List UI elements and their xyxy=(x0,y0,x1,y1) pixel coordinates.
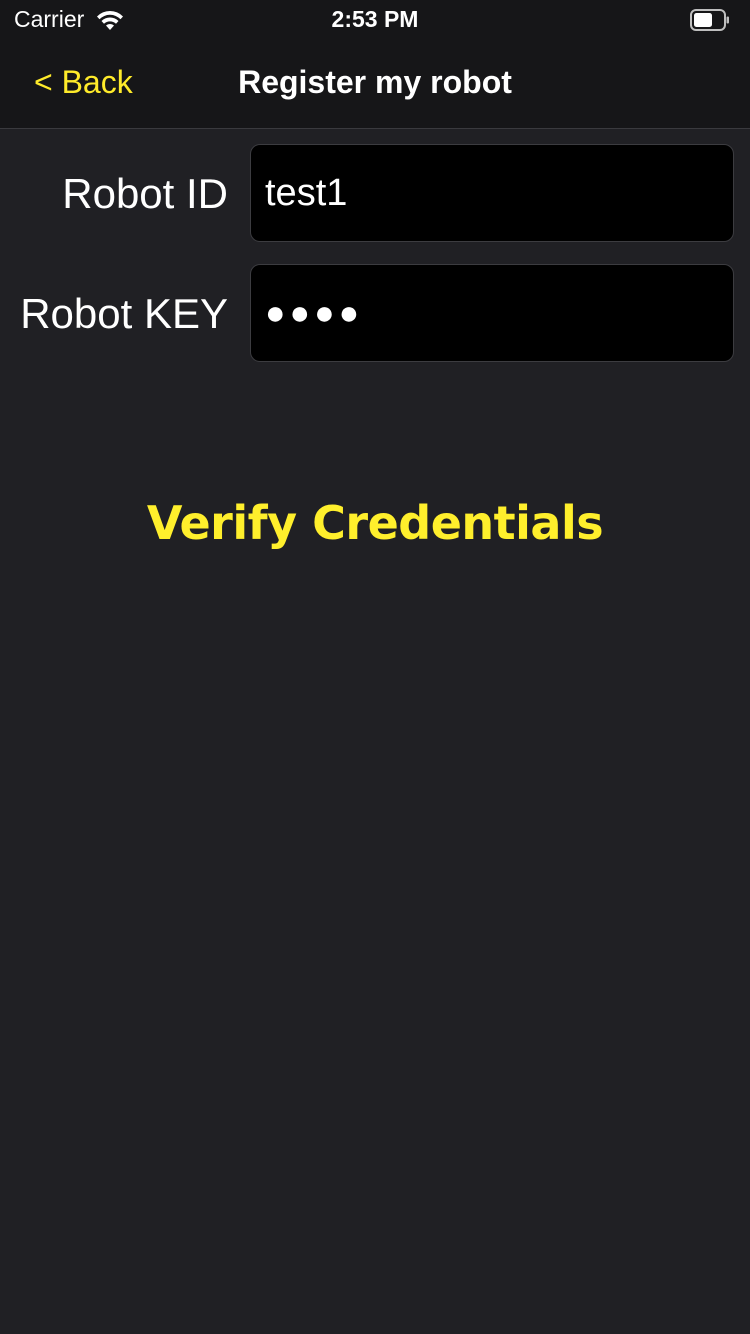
battery-icon xyxy=(690,9,729,31)
robot-id-row: Robot ID xyxy=(0,144,750,244)
robot-key-label: Robot KEY xyxy=(20,290,228,337)
status-bar: Carrier 2:53 PM xyxy=(0,0,750,40)
robot-key-row: Robot KEY xyxy=(0,264,750,364)
status-time: 2:53 PM xyxy=(331,6,419,32)
robot-id-input[interactable] xyxy=(250,144,734,242)
verify-credentials-button[interactable]: Verify Credentials xyxy=(0,496,750,550)
navigation-bar: < Back Register my robot xyxy=(0,40,750,129)
back-button[interactable]: < Back xyxy=(34,64,133,101)
robot-id-label: Robot ID xyxy=(62,170,228,217)
robot-key-input[interactable] xyxy=(250,264,734,362)
